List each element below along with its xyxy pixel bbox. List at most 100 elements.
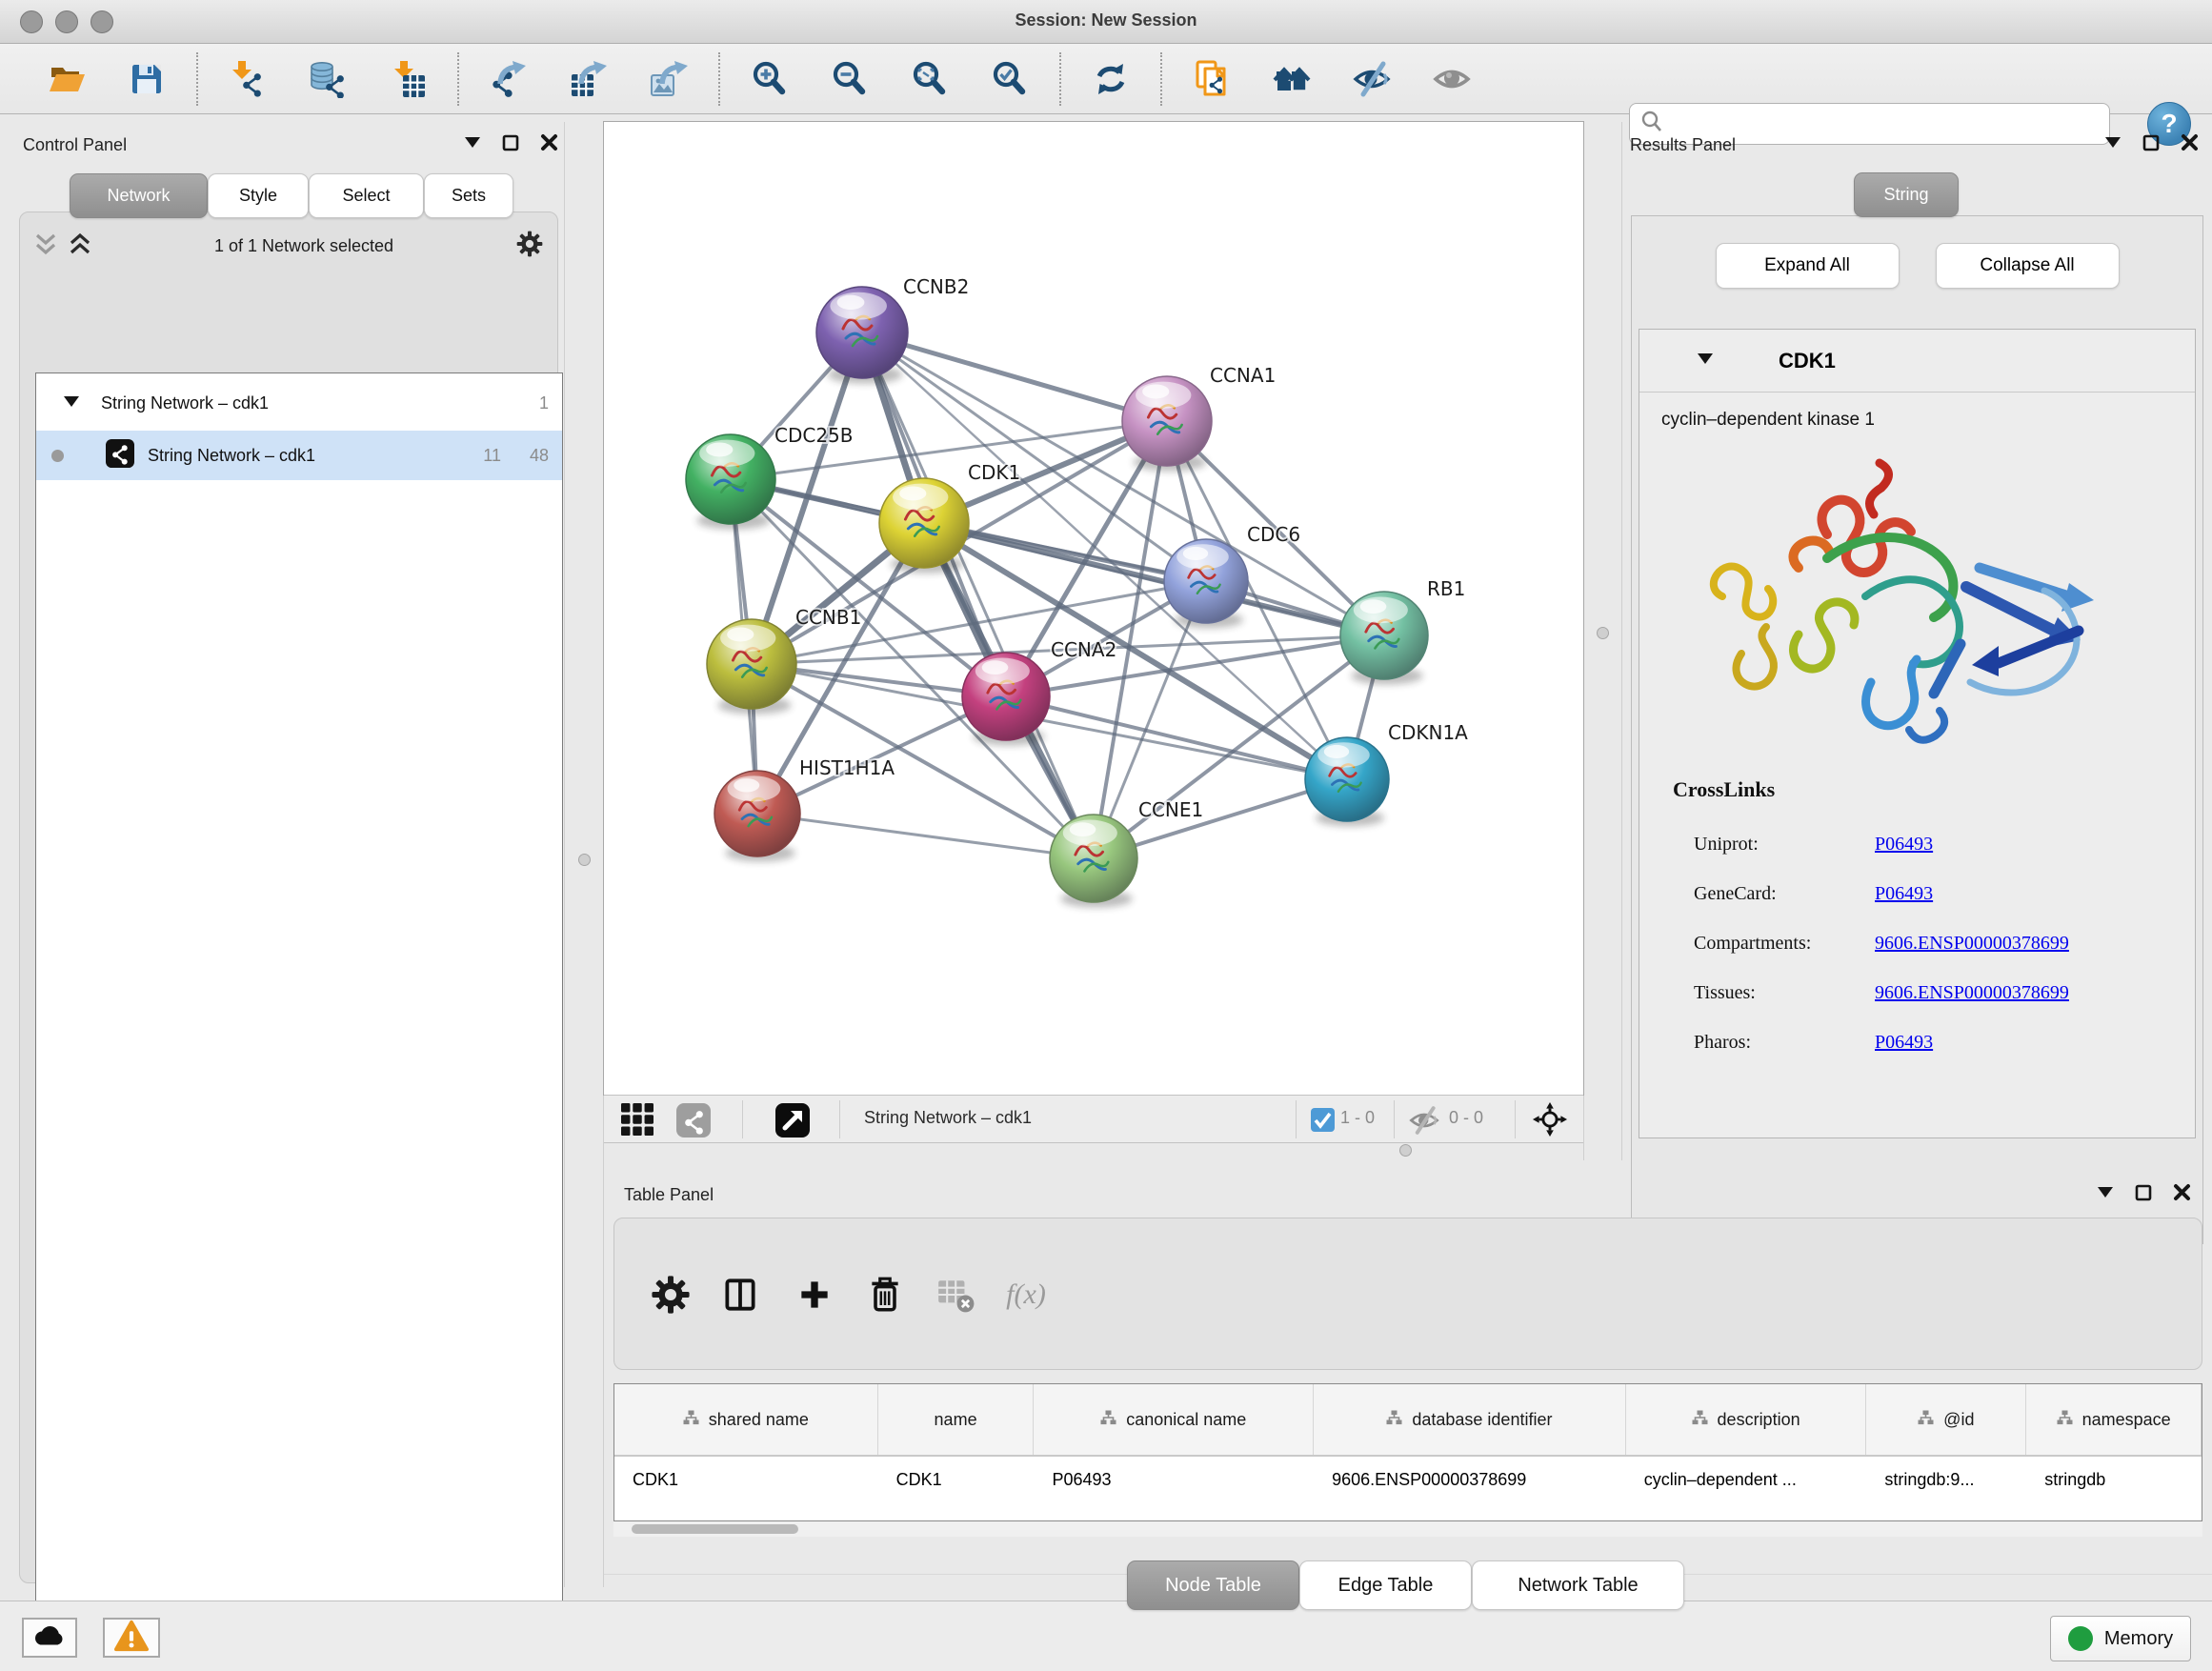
node-CCNA2[interactable] <box>962 653 1050 746</box>
birdseye-view-icon[interactable] <box>775 1103 810 1142</box>
collection-expander-icon[interactable] <box>63 393 80 413</box>
node-RB1[interactable] <box>1340 592 1428 685</box>
memory-button[interactable]: Memory <box>2050 1616 2191 1661</box>
expand-all-networks-icon[interactable] <box>68 232 92 260</box>
node-CDKN1A[interactable] <box>1305 737 1389 826</box>
tab-network[interactable]: Network <box>70 173 208 218</box>
cdk1-expander-icon[interactable] <box>1697 352 1714 371</box>
add-column-icon[interactable] <box>784 1264 845 1325</box>
edge-CCNB2-CCNE1[interactable] <box>862 332 1094 858</box>
table-cell[interactable]: stringdb <box>2026 1457 2202 1502</box>
share-view-icon[interactable] <box>676 1103 711 1142</box>
float-panel-icon[interactable] <box>502 134 519 156</box>
float-table-icon[interactable] <box>2135 1184 2152 1206</box>
open-session-icon[interactable] <box>42 54 91 104</box>
table-cell[interactable]: CDK1 <box>614 1457 878 1502</box>
column-header-database-identifier[interactable]: database identifier <box>1314 1384 1626 1455</box>
network-canvas[interactable]: CCNB2CCNA1CDC25BCDK1CDC6RB1CCNB1CCNA2CDK… <box>604 122 1583 1095</box>
close-panel-icon[interactable] <box>540 133 558 156</box>
node-CCNE1[interactable] <box>1050 815 1137 908</box>
collapse-table-icon[interactable] <box>2097 1185 2114 1204</box>
close-table-icon[interactable] <box>2173 1183 2191 1206</box>
left-splitter-grip[interactable] <box>578 854 591 866</box>
table-cell[interactable]: P06493 <box>1034 1457 1314 1502</box>
float-results-icon[interactable] <box>2142 134 2160 156</box>
table-row[interactable]: CDK1CDK1P064939606.ENSP00000378699cyclin… <box>614 1457 2202 1502</box>
collapse-all-button[interactable]: Collapse All <box>1936 243 2120 289</box>
node-CDK1[interactable] <box>879 478 969 574</box>
expand-all-button[interactable]: Expand All <box>1716 243 1900 289</box>
close-results-icon[interactable] <box>2181 133 2199 156</box>
edge-CCNB2-CCNA1[interactable] <box>862 332 1167 421</box>
home-icon[interactable] <box>1267 54 1317 104</box>
crosslink-link[interactable]: P06493 <box>1875 1032 1933 1054</box>
string-app-icon[interactable] <box>1187 54 1237 104</box>
cloud-status-button[interactable] <box>22 1618 77 1658</box>
table-cell[interactable]: CDK1 <box>878 1457 1035 1502</box>
crosslink-link[interactable]: P06493 <box>1875 883 1933 905</box>
node-HIST1H1A[interactable] <box>714 771 800 861</box>
cdk1-section-header[interactable]: CDK1 <box>1639 330 2195 393</box>
grid-view-icon[interactable] <box>621 1103 654 1140</box>
show-columns-icon[interactable] <box>710 1264 771 1325</box>
crosslink-link[interactable]: 9606.ENSP00000378699 <box>1875 933 2069 955</box>
tab-network-table[interactable]: Network Table <box>1472 1560 1684 1610</box>
tab-string[interactable]: String <box>1854 172 1959 217</box>
column-header-namespace[interactable]: namespace <box>2026 1384 2202 1455</box>
table-cell[interactable]: 9606.ENSP00000378699 <box>1314 1457 1626 1502</box>
collapse-all-networks-icon[interactable] <box>33 232 58 260</box>
right-splitter[interactable] <box>1583 122 1622 1160</box>
left-splitter[interactable] <box>564 122 604 1587</box>
hidden-eye-slash-icon[interactable] <box>1409 1105 1439 1140</box>
zoom-selected-icon[interactable] <box>985 54 1035 104</box>
import-table-icon[interactable] <box>383 54 432 104</box>
export-table-icon[interactable] <box>564 54 613 104</box>
refresh-icon[interactable] <box>1086 54 1136 104</box>
zoom-out-icon[interactable] <box>825 54 875 104</box>
crosslink-link[interactable]: P06493 <box>1875 834 1933 856</box>
table-settings-gear-icon[interactable] <box>640 1264 701 1325</box>
import-database-icon[interactable] <box>303 54 352 104</box>
tab-node-table[interactable]: Node Table <box>1127 1560 1299 1610</box>
column-header-description[interactable]: description <box>1626 1384 1867 1455</box>
node-CDC6[interactable] <box>1164 539 1248 628</box>
node-CDC25B[interactable] <box>686 434 775 530</box>
edge-CCNA2-CDKN1A[interactable] <box>1006 696 1347 779</box>
eye-icon[interactable] <box>1427 54 1477 104</box>
collapse-panel-icon[interactable] <box>464 135 481 154</box>
table-hscrollbar-thumb[interactable] <box>632 1524 798 1534</box>
column-header--id[interactable]: @id <box>1866 1384 2026 1455</box>
crosshair-icon[interactable] <box>1532 1101 1568 1142</box>
crosslink-link[interactable]: 9606.ENSP00000378699 <box>1875 982 2069 1004</box>
save-session-icon[interactable] <box>122 54 171 104</box>
column-header-name[interactable]: name <box>878 1384 1035 1455</box>
export-network-icon[interactable] <box>484 54 533 104</box>
table-hscrollbar[interactable] <box>613 1521 2202 1537</box>
table-cell[interactable]: stringdb:9... <box>1866 1457 2026 1502</box>
delete-column-icon[interactable] <box>855 1264 915 1325</box>
node-CCNA1[interactable] <box>1122 376 1212 472</box>
zoom-in-icon[interactable] <box>745 54 794 104</box>
cytoscape-window: Session: New Session ? Control Panel Net… <box>0 0 2212 1671</box>
table-cell[interactable]: cyclin–dependent ... <box>1626 1457 1867 1502</box>
tab-edge-table[interactable]: Edge Table <box>1299 1560 1472 1610</box>
node-CCNB1[interactable] <box>707 619 796 715</box>
network-row-selected[interactable]: String Network – cdk1 11 48 <box>36 431 562 480</box>
import-network-icon[interactable] <box>223 54 272 104</box>
export-image-icon[interactable] <box>644 54 694 104</box>
warnings-button[interactable] <box>103 1618 160 1658</box>
bottom-splitter-grip[interactable] <box>1399 1144 1412 1157</box>
tab-sets[interactable]: Sets <box>424 173 513 218</box>
eye-slash-icon[interactable] <box>1347 54 1397 104</box>
tab-style[interactable]: Style <box>208 173 309 218</box>
column-header-shared-name[interactable]: shared name <box>614 1384 878 1455</box>
zoom-fit-icon[interactable] <box>905 54 955 104</box>
column-header-canonical-name[interactable]: canonical name <box>1034 1384 1314 1455</box>
tab-select[interactable]: Select <box>309 173 424 218</box>
network-collection-row[interactable]: String Network – cdk1 1 <box>36 381 562 425</box>
collapse-results-icon[interactable] <box>2104 135 2122 154</box>
network-options-gear-icon[interactable] <box>515 230 544 263</box>
selected-checkbox-icon[interactable] <box>1311 1108 1335 1137</box>
edge-HIST1H1A-CCNE1[interactable] <box>757 814 1094 858</box>
right-splitter-grip[interactable] <box>1597 627 1609 639</box>
